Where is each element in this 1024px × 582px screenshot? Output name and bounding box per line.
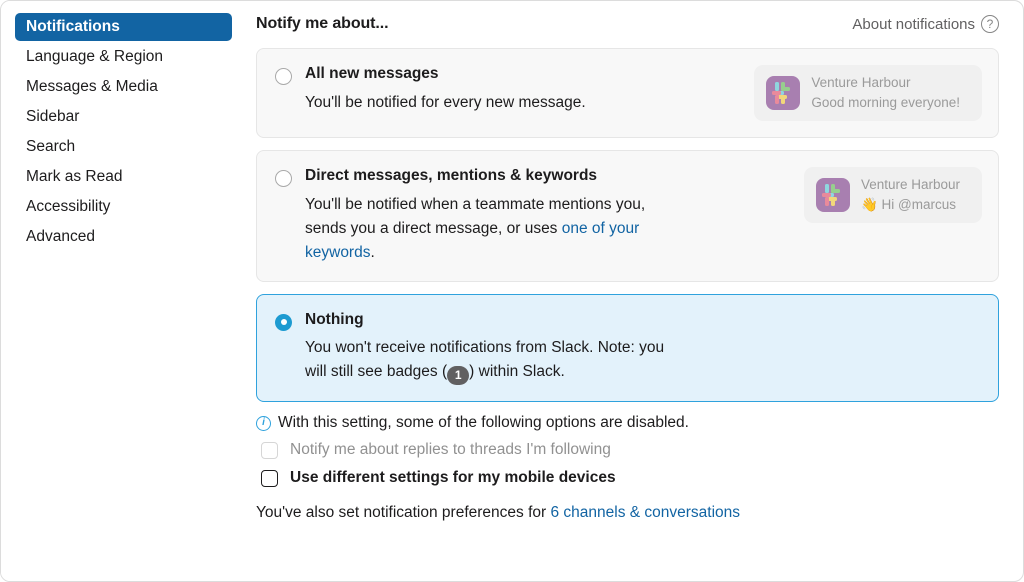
sidebar-item-search[interactable]: Search: [15, 133, 232, 161]
option-text: All new messages You'll be notified for …: [305, 65, 586, 121]
notification-preview: Venture Harbour Good morning everyone!: [754, 65, 982, 121]
sidebar-item-messages-media[interactable]: Messages & Media: [15, 73, 232, 101]
sidebar-item-label: Messages & Media: [26, 78, 158, 95]
settings-layout: Notifications Language & Region Messages…: [1, 1, 1023, 581]
sidebar-item-advanced[interactable]: Advanced: [15, 223, 232, 251]
option-direct-messages[interactable]: Direct messages, mentions & keywords You…: [256, 150, 999, 282]
page-title: Notify me about...: [256, 15, 389, 32]
checkbox-row-thread-replies[interactable]: Notify me about replies to threads I'm f…: [256, 441, 999, 459]
option-description-part2: .: [370, 243, 375, 261]
slack-app-icon: [815, 178, 850, 212]
option-description: You'll be notified for every new message…: [305, 93, 586, 111]
about-notifications-label: About notifications: [852, 15, 975, 33]
channel-preferences-note: You've also set notification preferences…: [256, 504, 999, 522]
preview-lines: Venture Harbour Good morning everyone!: [811, 73, 960, 112]
settings-footer: i With this setting, some of the followi…: [256, 414, 999, 522]
option-text: Nothing You won't receive notifications …: [305, 310, 670, 386]
sidebar-item-label: Search: [26, 138, 76, 155]
sidebar-item-notifications[interactable]: Notifications: [15, 13, 232, 41]
option-nothing[interactable]: Nothing You won't receive notifications …: [256, 293, 999, 403]
sidebar-item-label: Sidebar: [26, 108, 80, 125]
option-title: Nothing: [305, 310, 364, 328]
sidebar-item-label: Mark as Read: [26, 168, 123, 185]
option-description: You won't receive notifications from Sla…: [305, 336, 670, 386]
info-icon: i: [256, 415, 271, 431]
option-body: All new messages You'll be notified for …: [275, 65, 738, 121]
option-text: Direct messages, mentions & keywords You…: [305, 167, 670, 265]
checkbox-thread-replies-label: Notify me about replies to threads I'm f…: [290, 441, 611, 459]
option-description: You'll be notified when a teammate menti…: [305, 193, 670, 265]
sidebar-item-mark-as-read[interactable]: Mark as Read: [15, 163, 232, 191]
slack-app-icon: [766, 76, 801, 110]
question-mark-icon[interactable]: ?: [981, 15, 999, 33]
option-body: Direct messages, mentions & keywords You…: [275, 167, 788, 265]
content-header: Notify me about... About notifications ?: [256, 15, 999, 33]
preview-app-name: Venture Harbour: [860, 177, 960, 193]
notification-preview: Venture Harbour 👋 Hi @marcus: [803, 167, 982, 223]
badge-count: 1: [447, 366, 470, 386]
preview-message: Good morning everyone!: [811, 95, 960, 110]
sidebar-item-accessibility[interactable]: Accessibility: [15, 193, 232, 221]
channel-preferences-text: You've also set notification preferences…: [256, 504, 551, 522]
checkbox-mobile-settings[interactable]: [261, 469, 278, 487]
option-title: Direct messages, mentions & keywords: [305, 167, 598, 184]
disabled-options-note-label: With this setting, some of the following…: [278, 414, 689, 432]
option-all-new-messages[interactable]: All new messages You'll be notified for …: [256, 48, 999, 138]
checkbox-row-mobile-settings[interactable]: Use different settings for my mobile dev…: [256, 469, 999, 487]
about-notifications-link[interactable]: About notifications ?: [852, 15, 999, 33]
sidebar-item-label: Accessibility: [26, 198, 111, 215]
radio-direct-messages[interactable]: [275, 170, 292, 187]
settings-content: Notify me about... About notifications ?…: [246, 1, 1023, 581]
channels-conversations-link[interactable]: 6 channels & conversations: [550, 504, 740, 521]
sidebar-item-label: Language & Region: [26, 48, 164, 65]
settings-window: Notifications Language & Region Messages…: [0, 0, 1024, 582]
radio-all-new-messages[interactable]: [275, 68, 292, 85]
option-title: All new messages: [305, 65, 439, 82]
sidebar-item-language-region[interactable]: Language & Region: [15, 43, 232, 71]
checkbox-mobile-settings-label: Use different settings for my mobile dev…: [290, 469, 616, 487]
preview-message: 👋 Hi @marcus: [860, 197, 956, 212]
sidebar-item-label: Advanced: [26, 228, 95, 245]
radio-nothing[interactable]: [275, 313, 292, 331]
option-description-part2: ) within Slack.: [469, 363, 565, 381]
preview-lines: Venture Harbour 👋 Hi @marcus: [861, 175, 960, 214]
sidebar-item-sidebar[interactable]: Sidebar: [15, 103, 232, 131]
settings-sidebar: Notifications Language & Region Messages…: [1, 1, 246, 581]
preview-app-name: Venture Harbour: [811, 75, 911, 91]
disabled-options-note: i With this setting, some of the followi…: [256, 414, 999, 432]
option-body: Nothing You won't receive notifications …: [275, 310, 982, 386]
checkbox-thread-replies[interactable]: [261, 441, 278, 459]
sidebar-item-label: Notifications: [26, 18, 120, 35]
